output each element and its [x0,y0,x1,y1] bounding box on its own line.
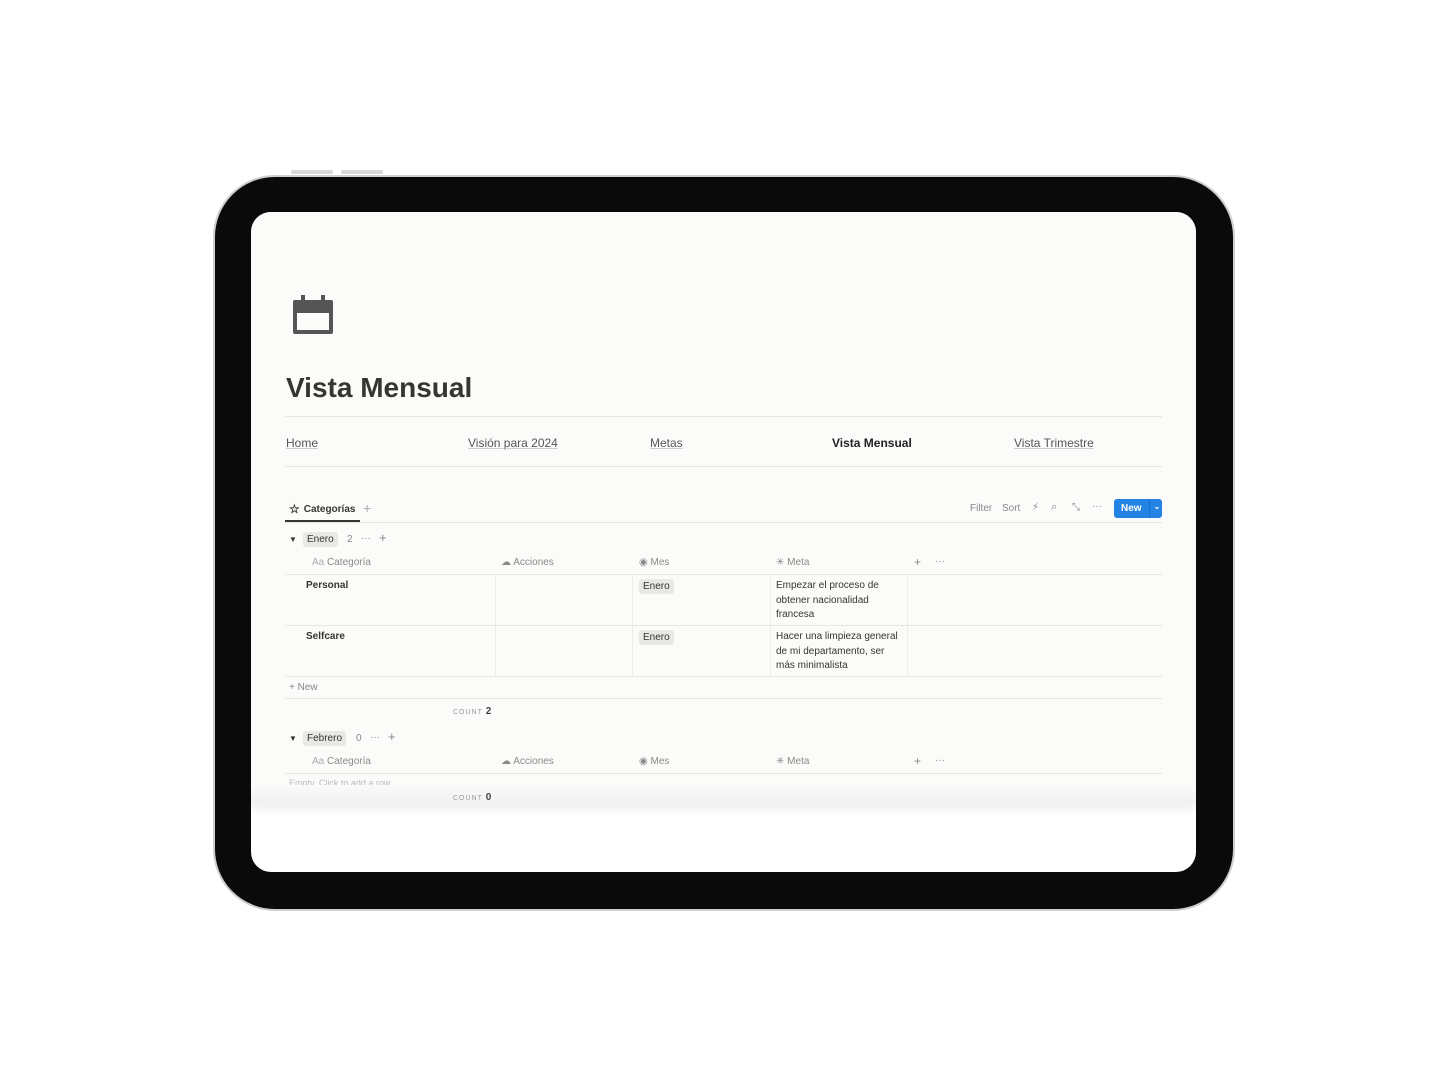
cell-mes-tag[interactable]: Enero [639,630,674,645]
divider [285,466,1162,467]
notion-page: Vista Mensual Home Visión para 2024 Meta… [251,212,1196,804]
divider [285,698,1162,699]
cell-mes-tag[interactable]: Enero [639,579,674,594]
column-header-meta[interactable]: ✳︎ Meta [776,557,809,568]
select-icon: ◉ [639,756,648,767]
column-divider [770,575,771,676]
column-header-meta[interactable]: ✳︎ Meta [776,756,809,767]
column-header-mes[interactable]: ◉ Mes [639,557,669,568]
cell-categoria[interactable]: Selfcare [306,630,345,645]
more-icon[interactable]: ··· [935,556,945,567]
nav-vista-trimestre[interactable]: Vista Trimestre [1014,436,1094,450]
tab-categorias[interactable]: ☆ Categorías [289,502,355,516]
collapse-toggle-icon[interactable]: ▼ [289,734,297,743]
group-tag[interactable]: Enero [303,532,338,547]
column-header-acciones[interactable]: ☁︎ Acciones [501,557,554,568]
divider [285,773,1162,774]
column-divider [632,575,633,676]
divider [285,574,1162,575]
search-icon[interactable]: ⌕ [1051,501,1057,514]
count-summary[interactable]: COUNT 0 [453,792,491,803]
expand-icon[interactable]: ⤡ [1072,502,1080,513]
add-property-icon[interactable]: + [914,555,921,569]
tablet-screen: Vista Mensual Home Visión para 2024 Meta… [251,212,1196,872]
nav-metas[interactable]: Metas [650,436,683,450]
column-header-categoria[interactable]: Aa Categoría [312,557,371,568]
scroll-fade [251,784,1196,804]
group-more-icon[interactable]: ··· [370,732,380,743]
divider [285,522,1162,523]
add-row-button[interactable]: + New [289,682,318,693]
nav-vista-mensual[interactable]: Vista Mensual [832,436,912,450]
volume-button [341,170,383,174]
nav-vision-2024[interactable]: Visión para 2024 [468,436,558,450]
column-header-acciones[interactable]: ☁︎ Acciones [501,756,554,767]
column-divider [907,575,908,676]
filter-button[interactable]: Filter [970,503,992,514]
group-more-icon[interactable]: ··· [361,533,371,544]
volume-button [291,170,333,174]
column-header-mes[interactable]: ◉ Mes [639,756,669,767]
count-summary[interactable]: COUNT 2 [453,706,491,717]
cell-meta[interactable]: Hacer una limpieza general de mi departa… [776,630,906,674]
automation-icon[interactable]: ⚡︎ [1032,502,1039,513]
cloud-icon: ☁︎ [501,557,511,568]
collapse-toggle-icon[interactable]: ▼ [289,535,297,544]
divider [285,416,1162,417]
cell-meta[interactable]: Empezar el proceso de obtener nacionalid… [776,579,906,623]
asterisk-icon: ✳︎ [776,557,785,568]
divider [285,676,1162,677]
nav-home[interactable]: Home [286,436,318,450]
divider [285,625,1162,626]
calendar-icon [293,295,333,334]
column-divider [495,575,496,676]
sort-button[interactable]: Sort [1002,503,1020,514]
add-view-button[interactable]: + [363,500,371,516]
column-header-categoria[interactable]: Aa Categoría [312,756,371,767]
new-button[interactable]: New ⌄ [1114,499,1162,518]
group-count: 2 [347,534,353,545]
group-add-icon[interactable]: + [388,729,396,744]
group-tag[interactable]: Febrero [303,731,347,746]
add-property-icon[interactable]: + [914,754,921,768]
group-add-icon[interactable]: + [379,530,387,545]
select-icon: ◉ [639,557,648,568]
cell-categoria[interactable]: Personal [306,579,348,594]
asterisk-icon: ✳︎ [776,756,785,767]
star-icon: ☆ [289,502,300,516]
more-icon[interactable]: ··· [1092,501,1102,512]
page-title: Vista Mensual [286,372,473,403]
group-count: 0 [356,733,362,744]
chevron-down-icon[interactable]: ⌄ [1150,499,1165,518]
more-icon[interactable]: ··· [935,755,945,766]
cloud-icon: ☁︎ [501,756,511,767]
